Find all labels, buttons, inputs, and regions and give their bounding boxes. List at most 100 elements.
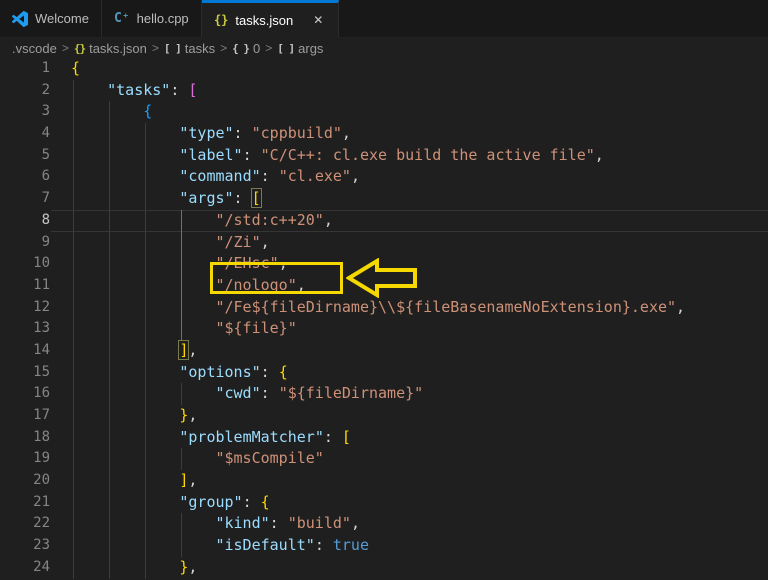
code-line-3[interactable]: 3{ xyxy=(0,101,768,123)
breadcrumb-item-tasks[interactable]: [ ]tasks xyxy=(164,41,215,56)
code-text: "/std:c++20", xyxy=(50,210,333,232)
code-line-8[interactable]: 8"/std:c++20", xyxy=(0,210,768,232)
token-p: : xyxy=(234,124,252,142)
line-number[interactable]: 20 xyxy=(0,470,50,492)
code-text: "options": { xyxy=(50,362,288,384)
token-p: , xyxy=(676,298,685,316)
breadcrumb-label: 0 xyxy=(253,41,260,56)
code-line-14[interactable]: 14], xyxy=(0,340,768,362)
code-text: { xyxy=(50,101,152,123)
token-p: : xyxy=(234,189,252,207)
token-p: : xyxy=(261,363,279,381)
line-number[interactable]: 23 xyxy=(0,535,50,557)
tab-label: hello.cpp xyxy=(137,11,189,26)
code-text: "kind": "build", xyxy=(50,513,360,535)
token-p: , xyxy=(324,211,333,229)
breadcrumb-item-tasks-json[interactable]: {}tasks.json xyxy=(74,41,147,56)
editor[interactable]: 1{2"tasks": [3{4"type": "cppbuild",5"lab… xyxy=(0,58,768,580)
line-number[interactable]: 24 xyxy=(0,557,50,579)
token-p: , xyxy=(595,146,604,164)
line-number[interactable]: 7 xyxy=(0,188,50,210)
chevron-right-icon: > xyxy=(60,41,71,55)
code-text: "/EHsc", xyxy=(50,253,288,275)
code-line-2[interactable]: 2"tasks": [ xyxy=(0,80,768,102)
code-line-20[interactable]: 20], xyxy=(0,470,768,492)
line-number[interactable]: 14 xyxy=(0,340,50,362)
code-line-21[interactable]: 21"group": { xyxy=(0,492,768,514)
token-p: , xyxy=(188,558,197,576)
code-line-7[interactable]: 7"args": [ xyxy=(0,188,768,210)
token-b2: [ xyxy=(188,81,197,99)
line-number[interactable]: 1 xyxy=(0,58,50,80)
line-number[interactable]: 4 xyxy=(0,123,50,145)
line-number[interactable]: 17 xyxy=(0,405,50,427)
line-number[interactable]: 9 xyxy=(0,232,50,254)
code-line-19[interactable]: 19 "$msCompile" xyxy=(0,448,768,470)
line-number[interactable]: 15 xyxy=(0,362,50,384)
line-number[interactable]: 18 xyxy=(0,427,50,449)
token-p: , xyxy=(188,471,197,489)
line-number[interactable]: 10 xyxy=(0,253,50,275)
tab-bar: Welcome C⁺ hello.cpp {}tasks.json✕ xyxy=(0,0,768,38)
token-p: , xyxy=(188,341,197,359)
code-line-17[interactable]: 17}, xyxy=(0,405,768,427)
line-number[interactable]: 21 xyxy=(0,492,50,514)
code-line-16[interactable]: 16"cwd": "${fileDirname}" xyxy=(0,383,768,405)
tab-hello-cpp[interactable]: C⁺ hello.cpp xyxy=(102,0,202,37)
token-str: "C/C++: cl.exe build the active file" xyxy=(261,146,595,164)
line-number[interactable]: 19 xyxy=(0,448,50,470)
code-text: "label": "C/C++: cl.exe build the active… xyxy=(50,145,604,167)
token-str: "/std:c++20" xyxy=(215,211,323,229)
code-lines: 1{2"tasks": [3{4"type": "cppbuild",5"lab… xyxy=(0,58,768,579)
line-number[interactable]: 11 xyxy=(0,275,50,297)
code-line-1[interactable]: 1{ xyxy=(0,58,768,80)
code-line-4[interactable]: 4"type": "cppbuild", xyxy=(0,123,768,145)
close-icon[interactable]: ✕ xyxy=(310,12,326,28)
token-kw: true xyxy=(333,536,369,554)
vscode-file-icon xyxy=(12,11,28,27)
line-number[interactable]: 5 xyxy=(0,145,50,167)
token-key: "isDefault" xyxy=(215,536,314,554)
code-text: "/Zi", xyxy=(50,232,270,254)
code-text: }, xyxy=(50,405,197,427)
code-line-9[interactable]: 9"/Zi", xyxy=(0,232,768,254)
breadcrumb-label: tasks xyxy=(185,41,215,56)
code-line-6[interactable]: 6"command": "cl.exe", xyxy=(0,166,768,188)
tab-welcome[interactable]: Welcome xyxy=(0,0,102,37)
code-line-18[interactable]: 18"problemMatcher": [ xyxy=(0,427,768,449)
token-str: "$msCompile" xyxy=(215,449,323,467)
line-number[interactable]: 2 xyxy=(0,80,50,102)
code-line-13[interactable]: 13"${file}" xyxy=(0,318,768,340)
code-line-23[interactable]: 23"isDefault": true xyxy=(0,535,768,557)
code-line-15[interactable]: 15"options": { xyxy=(0,362,768,384)
token-p: : xyxy=(243,493,261,511)
line-number[interactable]: 3 xyxy=(0,101,50,123)
line-number[interactable]: 6 xyxy=(0,166,50,188)
breadcrumb-item--vscode[interactable]: .vscode xyxy=(12,41,57,56)
token-str: "/Zi" xyxy=(215,233,260,251)
token-key: "tasks" xyxy=(107,81,170,99)
line-number[interactable]: 16 xyxy=(0,383,50,405)
code-text: { xyxy=(50,58,80,80)
code-line-11[interactable]: 11"/nologo", xyxy=(0,275,768,297)
json-file-icon: {} xyxy=(214,13,228,27)
line-number[interactable]: 13 xyxy=(0,318,50,340)
code-line-12[interactable]: 12"/Fe${fileDirname}\\${fileBasenameNoEx… xyxy=(0,297,768,319)
cpp-file-icon: C⁺ xyxy=(114,11,130,26)
breadcrumb-label: tasks.json xyxy=(89,41,147,56)
code-text: "group": { xyxy=(50,492,270,514)
line-number[interactable]: 8 xyxy=(0,210,50,232)
token-p: , xyxy=(261,233,270,251)
code-line-5[interactable]: 5"label": "C/C++: cl.exe build the activ… xyxy=(0,145,768,167)
breadcrumb-item-args[interactable]: [ ]args xyxy=(277,41,323,56)
code-line-24[interactable]: 24}, xyxy=(0,557,768,579)
breadcrumb-item-0[interactable]: { }0 xyxy=(232,41,260,56)
code-line-22[interactable]: 22"kind": "build", xyxy=(0,513,768,535)
matched-bracket: [ xyxy=(252,189,261,207)
code-line-10[interactable]: 10"/EHsc", xyxy=(0,253,768,275)
tab-tasks-json[interactable]: {}tasks.json✕ xyxy=(202,0,339,38)
line-number[interactable]: 22 xyxy=(0,513,50,535)
line-number[interactable]: 12 xyxy=(0,297,50,319)
code-text: "isDefault": true xyxy=(50,535,369,557)
token-b1: { xyxy=(279,363,288,381)
